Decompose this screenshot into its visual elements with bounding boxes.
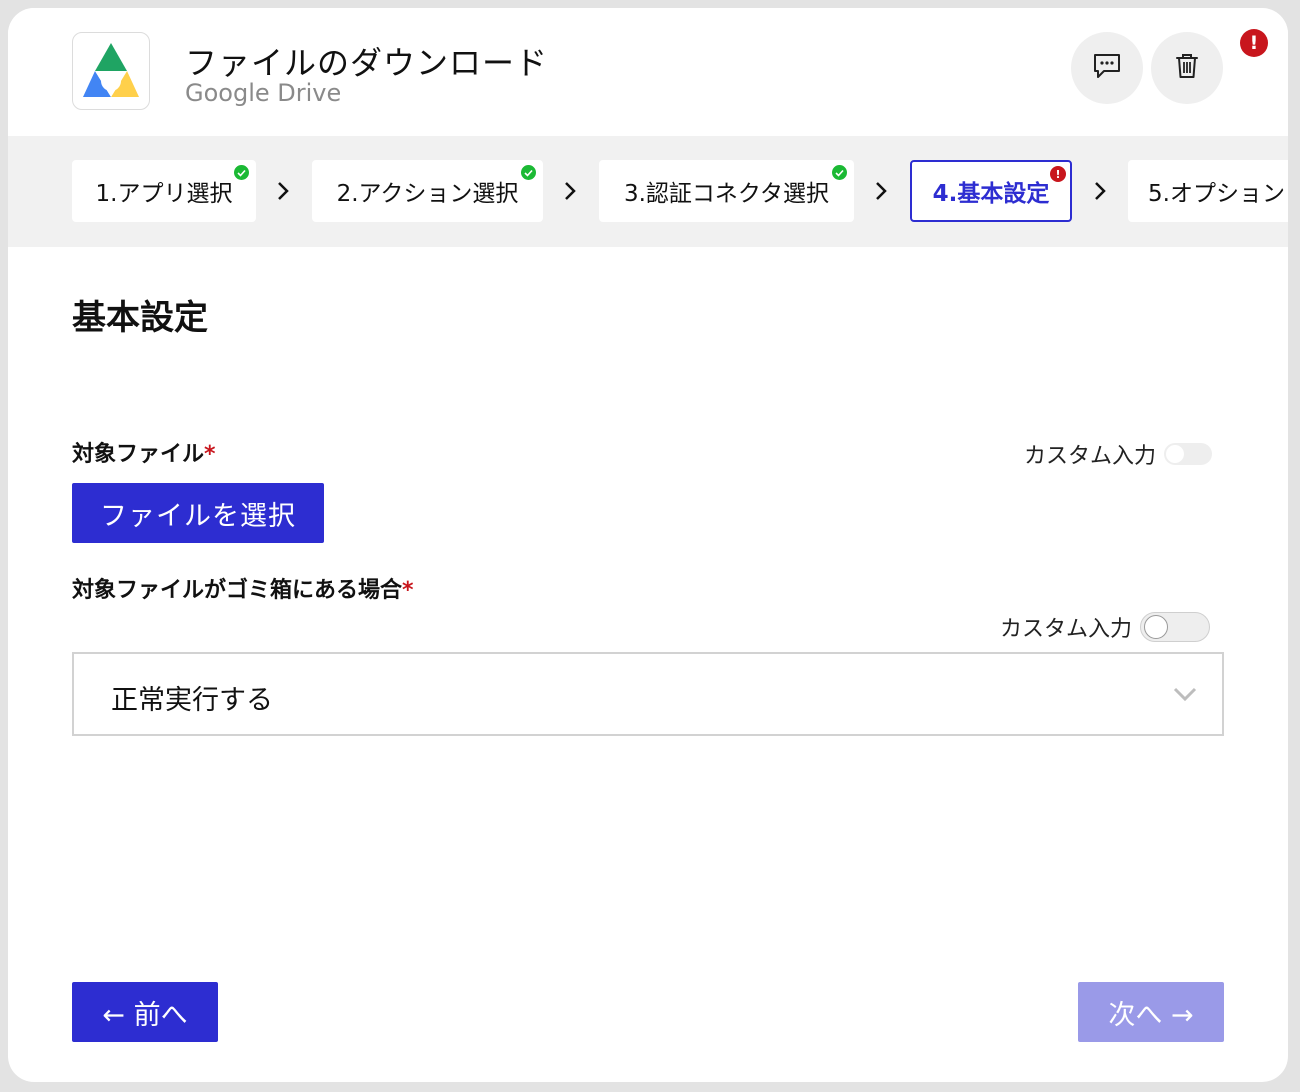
selected-value: 正常実行する	[111, 685, 273, 716]
target-file-label: 対象ファイル*	[72, 436, 216, 468]
chevron-right-icon	[876, 182, 887, 200]
custom-input-label: カスタム入力	[1024, 444, 1157, 469]
chevron-right-icon	[278, 182, 289, 200]
comment-button[interactable]	[1071, 32, 1143, 104]
chevron-right-icon	[1095, 182, 1106, 200]
action-title: ファイルのダウンロード	[185, 44, 549, 82]
check-icon	[832, 165, 847, 180]
field-label-text: 対象ファイルがゴミ箱にある場合	[72, 578, 403, 603]
step-label: 5.オプション	[1148, 181, 1285, 207]
toggle-knob	[1166, 445, 1185, 463]
required-mark: *	[204, 442, 216, 467]
error-icon: !	[1050, 166, 1066, 182]
step-basic-settings[interactable]: 4.基本設定 !	[910, 160, 1072, 222]
delete-button[interactable]	[1151, 32, 1223, 104]
step-label: 3.認証コネクタ選択	[623, 181, 830, 207]
check-icon	[234, 165, 249, 180]
select-file-button[interactable]: ファイルを選択	[72, 483, 324, 543]
step-navigator: 1.アプリ選択 2.アクション選択 3.認証コネクタ選択 4.基本設定 ! 5.…	[8, 136, 1288, 247]
action-settings-card: ファイルのダウンロード Google Drive ! 1.アプリ選択 2.アクシ…	[8, 8, 1288, 1082]
toggle-knob	[1144, 615, 1169, 639]
check-icon	[521, 165, 536, 180]
error-icon: !	[1240, 29, 1268, 57]
app-name: Google Drive	[185, 79, 342, 107]
step-label: 4.基本設定	[932, 181, 1050, 207]
custom-input-row: カスタム入力	[1000, 611, 1211, 643]
step-action-select[interactable]: 2.アクション選択	[312, 160, 543, 222]
custom-input-label: カスタム入力	[1000, 617, 1133, 642]
field-label-text: 対象ファイル	[72, 442, 205, 467]
google-drive-logo	[72, 32, 150, 110]
custom-input-toggle[interactable]	[1164, 443, 1213, 465]
header: ファイルのダウンロード Google Drive !	[8, 8, 1288, 136]
trash-behavior-label: 対象ファイルがゴミ箱にある場合*	[72, 572, 414, 604]
step-options[interactable]: 5.オプション	[1128, 160, 1288, 222]
step-app-select[interactable]: 1.アプリ選択	[72, 160, 256, 222]
comment-icon	[1092, 52, 1122, 84]
chevron-right-icon	[565, 182, 576, 200]
chevron-down-icon	[1173, 687, 1197, 702]
next-button[interactable]: 次へ →	[1078, 982, 1224, 1042]
custom-input-toggle[interactable]	[1140, 612, 1211, 642]
required-mark: *	[402, 578, 414, 603]
step-label: 2.アクション選択	[336, 181, 519, 207]
custom-input-row: カスタム入力	[1024, 438, 1213, 470]
step-auth-connector-select[interactable]: 3.認証コネクタ選択	[599, 160, 854, 222]
previous-button[interactable]: ← 前へ	[72, 982, 218, 1042]
trash-behavior-select[interactable]: 正常実行する	[72, 652, 1224, 736]
step-label: 1.アプリ選択	[95, 181, 233, 207]
trash-icon	[1174, 52, 1200, 84]
section-title: 基本設定	[72, 298, 208, 338]
